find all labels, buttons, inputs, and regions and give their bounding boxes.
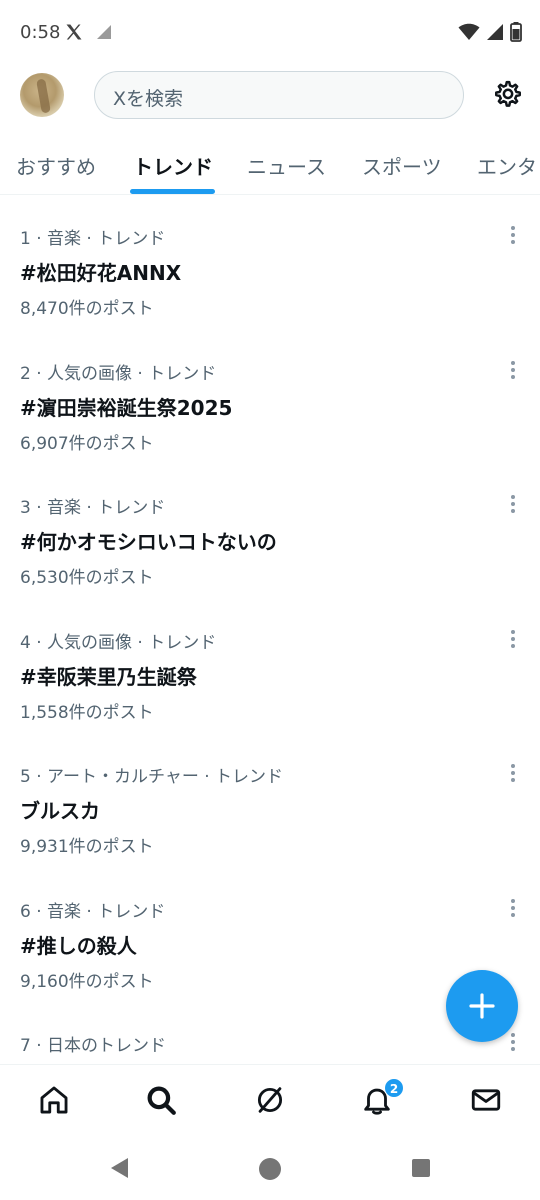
compose-post-button[interactable] — [446, 970, 518, 1042]
search-input[interactable]: Xを検索 — [94, 71, 464, 119]
trend-item[interactable]: 1 · 音楽 · トレンド #松田好花ANNX 8,470件のポスト — [0, 196, 540, 331]
bottom-nav: 2 — [0, 1064, 540, 1136]
trend-item[interactable]: 4 · 人気の画像 · トレンド #幸阪茉里乃生誕祭 1,558件のポスト — [0, 600, 540, 735]
grok-icon[interactable] — [253, 1083, 287, 1117]
trend-post-count: 6,530件のポスト — [20, 568, 154, 588]
more-options-icon[interactable] — [505, 628, 521, 652]
more-options-icon[interactable] — [505, 493, 521, 517]
trend-title: #幸阪茉里乃生誕祭 — [20, 664, 197, 689]
status-time: 0:58 — [20, 22, 61, 43]
gear-icon[interactable] — [493, 79, 523, 109]
top-header: Xを検索 — [0, 64, 540, 128]
tab-trending[interactable]: トレンド — [133, 151, 213, 180]
tab-recommended[interactable]: おすすめ — [16, 151, 96, 180]
trend-meta: 3 · 音楽 · トレンド — [20, 498, 166, 518]
trend-item[interactable]: 5 · アート・カルチャー · トレンド ブルスカ 9,931件のポスト — [0, 734, 540, 869]
trend-post-count: 8,470件のポスト — [20, 299, 154, 319]
back-icon[interactable] — [108, 1156, 132, 1180]
tab-news[interactable]: ニュース — [247, 151, 326, 180]
wifi-icon — [458, 23, 480, 40]
trend-meta: 4 · 人気の画像 · トレンド — [20, 632, 217, 653]
trend-meta: 7 · 日本のトレンド — [20, 1036, 167, 1056]
trend-meta: 6 · 音楽 · トレンド — [20, 901, 166, 922]
avatar[interactable] — [20, 73, 64, 117]
more-options-icon[interactable] — [505, 224, 521, 248]
status-bar: 0:58 — [0, 0, 540, 64]
trend-item[interactable]: 2 · 人気の画像 · トレンド #濵田崇裕誕生祭2025 6,907件のポスト — [0, 331, 540, 466]
more-options-icon[interactable] — [505, 359, 521, 383]
x-logo-icon — [66, 24, 82, 40]
mail-icon[interactable] — [469, 1083, 503, 1117]
recents-icon[interactable] — [411, 1158, 431, 1178]
trend-title: #濵田崇裕誕生祭2025 — [20, 395, 233, 420]
trend-title: ブルスカ — [20, 799, 100, 823]
more-options-icon[interactable] — [505, 897, 521, 921]
home-icon[interactable] — [37, 1083, 71, 1117]
plus-icon — [469, 993, 495, 1019]
trend-title: #何かオモシロいコトないの — [20, 530, 277, 554]
trend-item[interactable]: 3 · 音楽 · トレンド #何かオモシロいコトないの 6,530件のポスト — [0, 465, 540, 600]
active-tab-indicator — [130, 189, 215, 194]
tab-entertainment[interactable]: エンタ — [477, 151, 537, 180]
notification-badge: 2 — [384, 1078, 404, 1098]
more-options-icon[interactable] — [505, 762, 521, 786]
cellular-signal-icon — [487, 24, 503, 40]
trend-title: #松田好花ANNX — [20, 261, 182, 285]
home-circle-icon[interactable] — [258, 1157, 282, 1181]
tab-bar: おすすめ トレンド ニュース スポーツ エンタ — [0, 135, 540, 195]
search-icon[interactable] — [144, 1083, 178, 1117]
trend-meta: 2 · 人気の画像 · トレンド — [20, 363, 217, 384]
status-icons — [458, 22, 522, 42]
trend-post-count: 6,907件のポスト — [20, 433, 154, 454]
signal-icon — [97, 25, 111, 39]
trend-title: #推しの殺人 — [20, 933, 137, 958]
search-placeholder: Xを検索 — [113, 88, 184, 110]
trend-post-count: 9,160件のポスト — [20, 971, 154, 992]
trend-meta: 5 · アート・カルチャー · トレンド — [20, 767, 284, 787]
trend-post-count: 9,931件のポスト — [20, 837, 154, 857]
trend-meta: 1 · 音楽 · トレンド — [20, 229, 166, 249]
tab-sports[interactable]: スポーツ — [362, 151, 442, 180]
battery-icon — [510, 22, 522, 42]
system-nav-bar — [0, 1136, 540, 1200]
trend-post-count: 1,558件のポスト — [20, 702, 154, 723]
